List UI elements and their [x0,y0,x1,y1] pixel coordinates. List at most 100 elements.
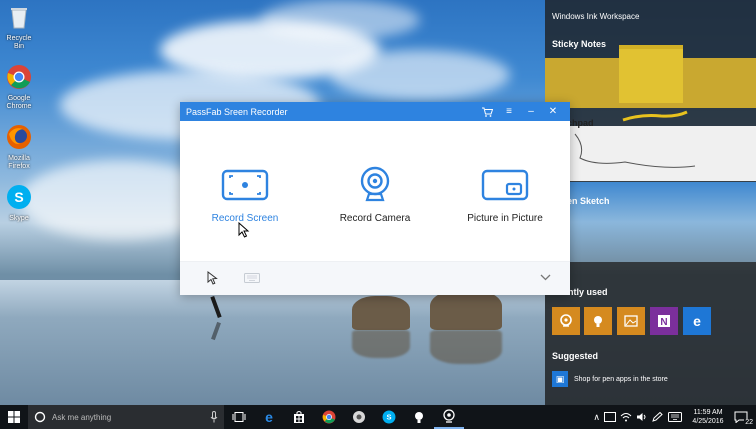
taskbar-tips[interactable] [404,405,434,429]
screen-sketch-heading: en Sketch [567,196,610,206]
picture-in-picture-icon [481,169,529,201]
webcam-icon [443,409,455,423]
taskbar-media-app[interactable] [344,405,374,429]
recorder-footer [180,261,570,295]
media-app-icon [353,411,365,423]
tips-icon [594,316,602,327]
taskbar-edge[interactable]: e [254,405,284,429]
record-screen-option[interactable]: Record Screen [180,121,310,261]
mouse-cursor-icon [238,222,250,238]
desktop-icon-label: Mozilla Firefox [8,155,30,170]
close-icon[interactable]: ✕ [542,102,564,121]
chrome-icon [322,410,336,424]
start-button[interactable] [0,405,28,429]
record-camera-option[interactable]: Record Camera [310,121,440,261]
picture-in-picture-label: Picture in Picture [467,213,543,224]
task-view-button[interactable] [224,405,254,429]
keyboard-icon[interactable] [668,412,682,422]
screen-sketch-tile[interactable] [545,182,756,262]
sticky-notes-heading[interactable]: Sticky Notes [552,39,606,49]
notification-count-badge: 22 [744,419,754,426]
clock-date: 4/25/2016 [692,418,724,425]
rock-reflection [352,330,410,358]
taskbar-store[interactable] [284,405,314,429]
recent-app-maps[interactable] [552,307,580,335]
record-screen-icon [221,169,269,201]
suggested-heading: Suggested [552,351,599,361]
rock-reflection [430,330,502,364]
svg-text:S: S [14,189,23,205]
svg-text:S: S [386,413,391,422]
recorder-window: PassFab Sreen Recorder ≡ – ✕ Record Scre… [180,102,570,295]
taskbar-chrome[interactable] [314,405,344,429]
touchpad-icon[interactable] [604,412,616,422]
cursor-settings-icon[interactable] [207,271,219,285]
desktop-icon-skype[interactable]: S Skype [2,184,36,223]
rock [352,296,410,330]
skype-icon: S [382,410,396,424]
sketchpad-tile[interactable] [545,126,756,181]
svg-text:e: e [693,313,701,329]
volume-icon[interactable] [636,412,648,422]
skype-icon: S [7,185,31,209]
ink-workspace-title: Windows Ink Workspace [552,12,640,21]
taskbar-skype[interactable]: S [374,405,404,429]
windows-logo-icon [8,411,20,423]
desktop-icon-firefox[interactable]: Mozilla Firefox [2,124,36,171]
webcam-icon [360,166,390,202]
recorder-title: PassFab Sreen Recorder [186,106,288,117]
recent-app-photos[interactable] [617,307,645,335]
chevron-up-icon[interactable]: ∧ [593,412,600,423]
action-center-button[interactable]: 22 [734,408,754,426]
task-view-icon [232,412,246,422]
store-icon: ▣ [552,371,568,387]
chrome-icon [7,65,31,89]
sketchpad-doodle [574,133,696,168]
sticky-note[interactable] [619,45,683,103]
yellow-ink-stroke-icon [622,110,688,122]
onenote-icon: N [658,315,670,328]
desktop-icon-chrome[interactable]: Google Chrome [2,64,36,111]
edge-icon: e [693,313,701,329]
svg-text:e: e [265,410,273,424]
sketchpad-heading: chpad [567,118,594,128]
edge-icon: e [265,410,273,424]
menu-icon[interactable]: ≡ [498,102,520,121]
cortana-icon [34,411,46,423]
maps-icon [560,314,572,327]
recent-app-onenote[interactable]: N [650,307,678,335]
keyboard-icon[interactable] [244,273,260,283]
clock-time: 11:59 AM [693,409,723,416]
picture-in-picture-option[interactable]: Picture in Picture [440,121,570,261]
cloud [330,50,510,100]
svg-text:N: N [660,317,667,328]
recycle-bin-icon [11,8,27,29]
system-tray: ∧ 11:59 AM 4/25/2016 22 [593,405,756,429]
search-placeholder: Ask me anything [52,412,112,422]
chevron-down-icon[interactable] [540,274,551,281]
desktop-icon-recycle-bin[interactable]: Recycle Bin [2,4,36,51]
desktop-icon-label: Skype [9,215,29,222]
suggestion-store-link[interactable]: ▣ Shop for pen apps in the store [552,371,668,387]
cart-icon[interactable] [476,102,498,121]
desktop-icon-label: Google Chrome [6,95,32,110]
taskbar-passfab[interactable] [434,405,464,429]
record-camera-label: Record Camera [339,213,411,224]
clock[interactable]: 11:59 AM 4/25/2016 [686,408,730,426]
recent-app-tips[interactable] [584,307,612,335]
recent-app-edge[interactable]: e [683,307,711,335]
ink-workspace-panel: Windows Ink Workspace Sticky Notes chpad… [545,0,756,405]
wifi-icon[interactable] [620,412,632,422]
pen-icon[interactable] [652,412,664,422]
lightbulb-icon [415,412,423,423]
recorder-titlebar[interactable]: PassFab Sreen Recorder ≡ – ✕ [180,102,570,121]
search-box[interactable]: Ask me anything [28,405,224,429]
desktop-icon-label: Recycle Bin [6,35,32,50]
cloud [260,0,420,40]
photos-icon [624,315,638,327]
minimize-icon[interactable]: – [520,102,542,121]
rock [430,290,502,330]
microphone-icon[interactable] [210,411,218,423]
suggestion-text: Shop for pen apps in the store [574,375,668,383]
recording-modes: Record Screen Record Camera Picture in P… [180,121,570,261]
